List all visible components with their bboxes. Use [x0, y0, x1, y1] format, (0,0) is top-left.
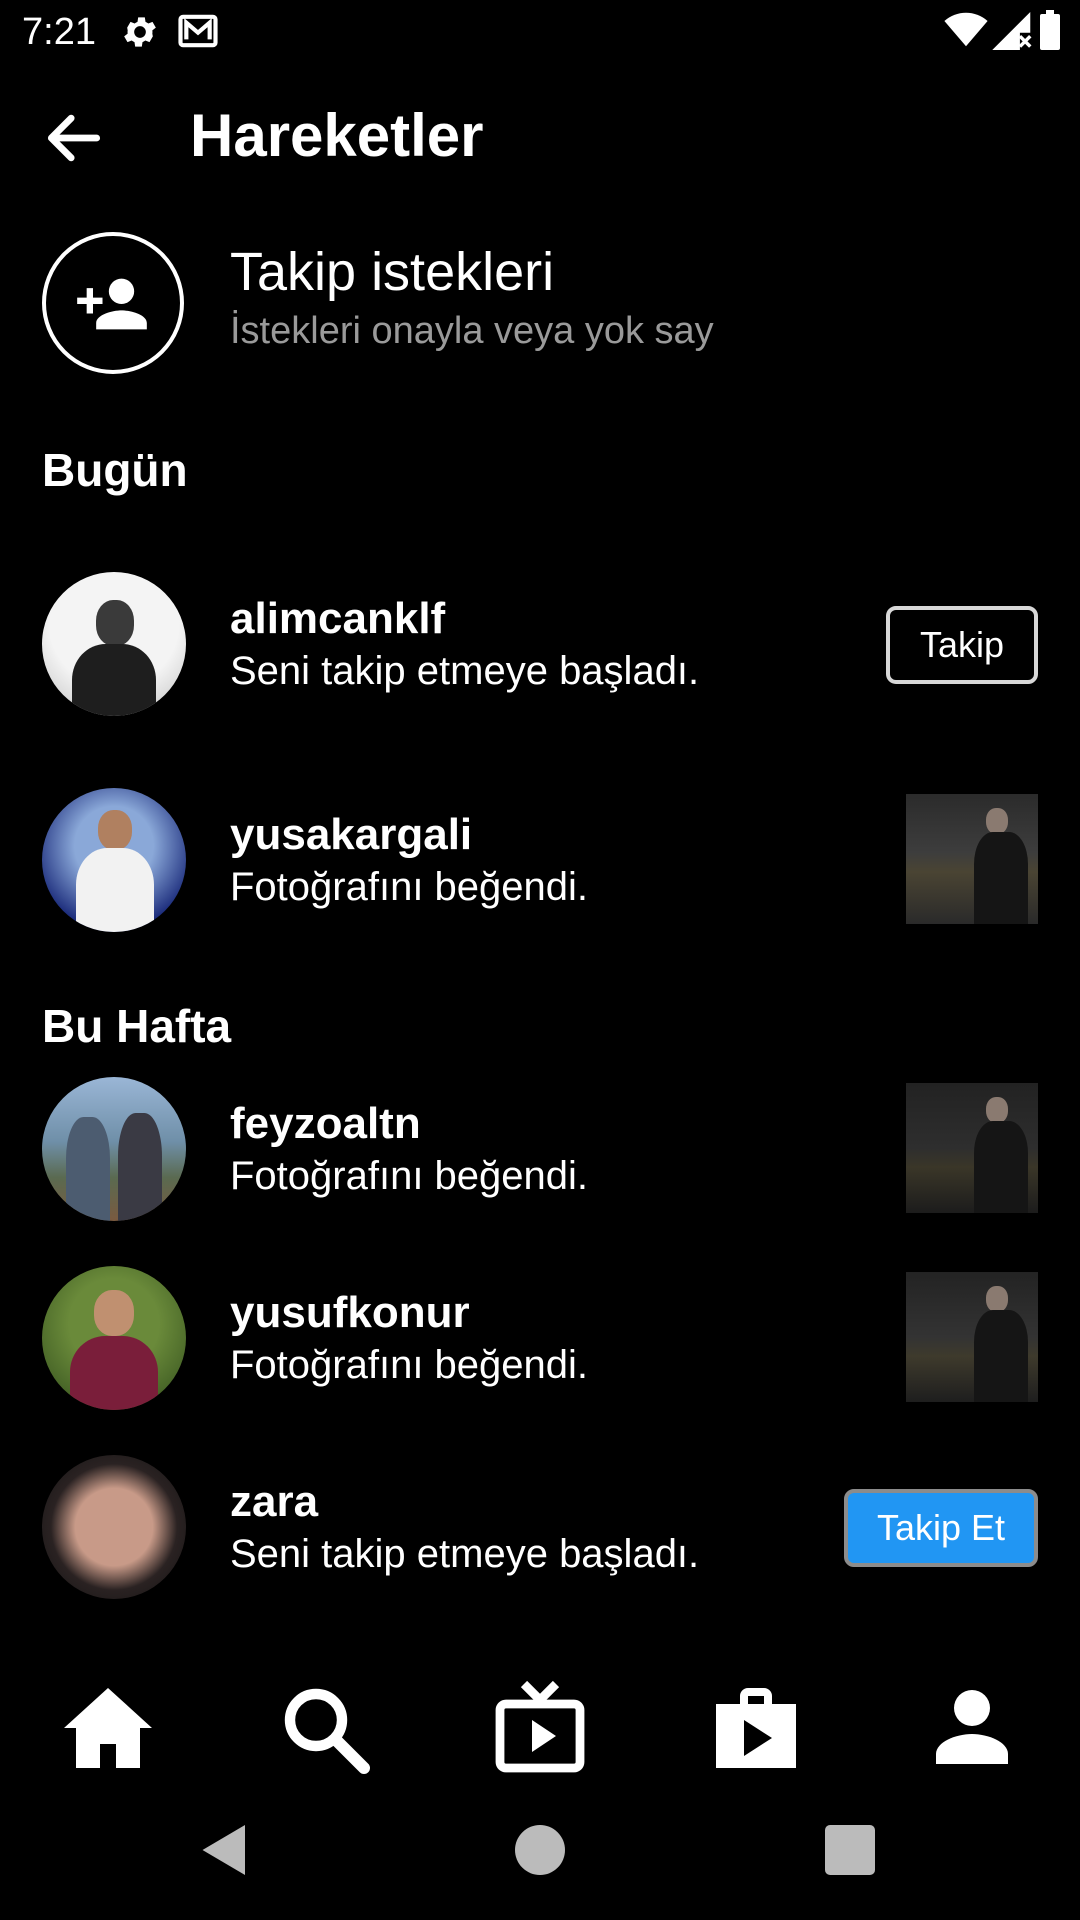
shop-icon[interactable] [708, 1680, 804, 1776]
username[interactable]: yusufkonur [230, 1286, 470, 1340]
activity-text: Seni takip etmeye başladı. [230, 1532, 700, 1576]
gear-icon [124, 17, 156, 47]
activity-text: Fotoğrafını beğendi. [230, 865, 589, 909]
page-title: Hareketler [190, 102, 484, 169]
activity-text: Fotoğrafını beğendi. [230, 1343, 589, 1387]
tv-icon[interactable] [492, 1680, 588, 1776]
username[interactable]: feyzoaltn [230, 1097, 421, 1151]
section-label-today: Bugün [42, 444, 188, 496]
list-item[interactable]: feyzoaltn Fotoğrafını beğendi. [0, 1077, 1080, 1227]
status-time: 7:21 [22, 11, 96, 53]
username[interactable]: alimcanklf [230, 592, 445, 646]
avatar[interactable] [42, 572, 186, 716]
home-circle-icon[interactable] [510, 1820, 570, 1880]
avatar[interactable] [42, 788, 186, 932]
wifi-icon [944, 12, 988, 47]
post-thumbnail[interactable] [906, 1083, 1038, 1213]
follow-back-button[interactable]: Takip Et [844, 1489, 1038, 1567]
username[interactable]: yusakargali [230, 808, 472, 862]
list-item[interactable]: alimcanklf Seni takip etmeye başladı. Ta… [0, 572, 1080, 722]
profile-icon[interactable] [924, 1680, 1020, 1776]
search-icon[interactable] [276, 1680, 372, 1776]
back-button[interactable] [40, 104, 108, 172]
avatar[interactable] [42, 1077, 186, 1221]
battery-icon [1040, 10, 1060, 50]
follow-requests-subtitle: İstekleri onayla veya yok say [230, 310, 714, 352]
avatar[interactable] [42, 1266, 186, 1410]
list-item[interactable]: yusufkonur Fotoğrafını beğendi. [0, 1266, 1080, 1416]
post-thumbnail[interactable] [906, 794, 1038, 924]
list-item[interactable]: zara Seni takip etmeye başladı. Takip Et [0, 1455, 1080, 1605]
activity-text: Fotoğrafını beğendi. [230, 1154, 589, 1198]
mail-icon [178, 14, 218, 48]
activity-text: Seni takip etmeye başladı. [230, 649, 700, 693]
home-icon[interactable] [60, 1680, 156, 1776]
arrow-left-icon [47, 114, 101, 162]
list-item[interactable]: yusakargali Fotoğrafını beğendi. [0, 788, 1080, 938]
avatar[interactable] [42, 1455, 186, 1599]
follow-button[interactable]: Takip [886, 606, 1038, 684]
section-label-this-week: Bu Hafta [42, 1000, 232, 1052]
person-add-icon[interactable] [42, 232, 184, 374]
username[interactable]: zara [230, 1475, 318, 1529]
recents-square-icon[interactable] [820, 1820, 880, 1880]
post-thumbnail[interactable] [906, 1272, 1038, 1402]
signal-icon [992, 12, 1032, 50]
follow-requests-title[interactable]: Takip istekleri [230, 240, 554, 304]
back-triangle-icon[interactable] [195, 1820, 255, 1880]
